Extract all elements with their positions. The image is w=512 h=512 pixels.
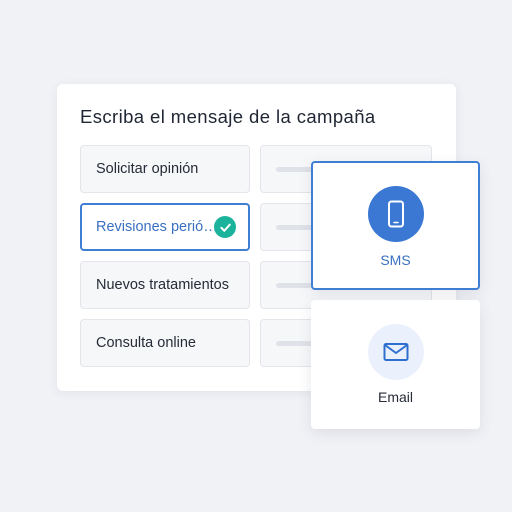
option-revisiones-periodicas[interactable]: Revisiones perió… [80, 203, 250, 251]
option-nuevos-tratamientos[interactable]: Nuevos tratamientos [80, 261, 250, 309]
option-solicitar-opinion[interactable]: Solicitar opinión [80, 145, 250, 193]
phone-icon [367, 186, 424, 242]
option-label: Solicitar opinión [96, 161, 199, 177]
panel-title: Escriba el mensaje de la campaña [80, 106, 376, 127]
placeholder-line [276, 283, 316, 288]
option-label: Revisiones perió… [96, 219, 218, 235]
placeholder-line [276, 341, 316, 346]
channel-label-email: Email [377, 389, 413, 405]
channel-card-email[interactable]: Email [311, 300, 480, 429]
placeholder-line [276, 225, 316, 230]
envelope-icon [367, 324, 424, 380]
channel-card-sms[interactable]: SMS [311, 161, 480, 290]
option-label: Consulta online [96, 335, 196, 351]
option-consulta-online[interactable]: Consulta online [80, 319, 250, 367]
channel-label-sms: SMS [380, 252, 411, 268]
placeholder-line [276, 167, 316, 172]
option-label: Nuevos tratamientos [96, 277, 229, 293]
check-icon [214, 216, 236, 238]
